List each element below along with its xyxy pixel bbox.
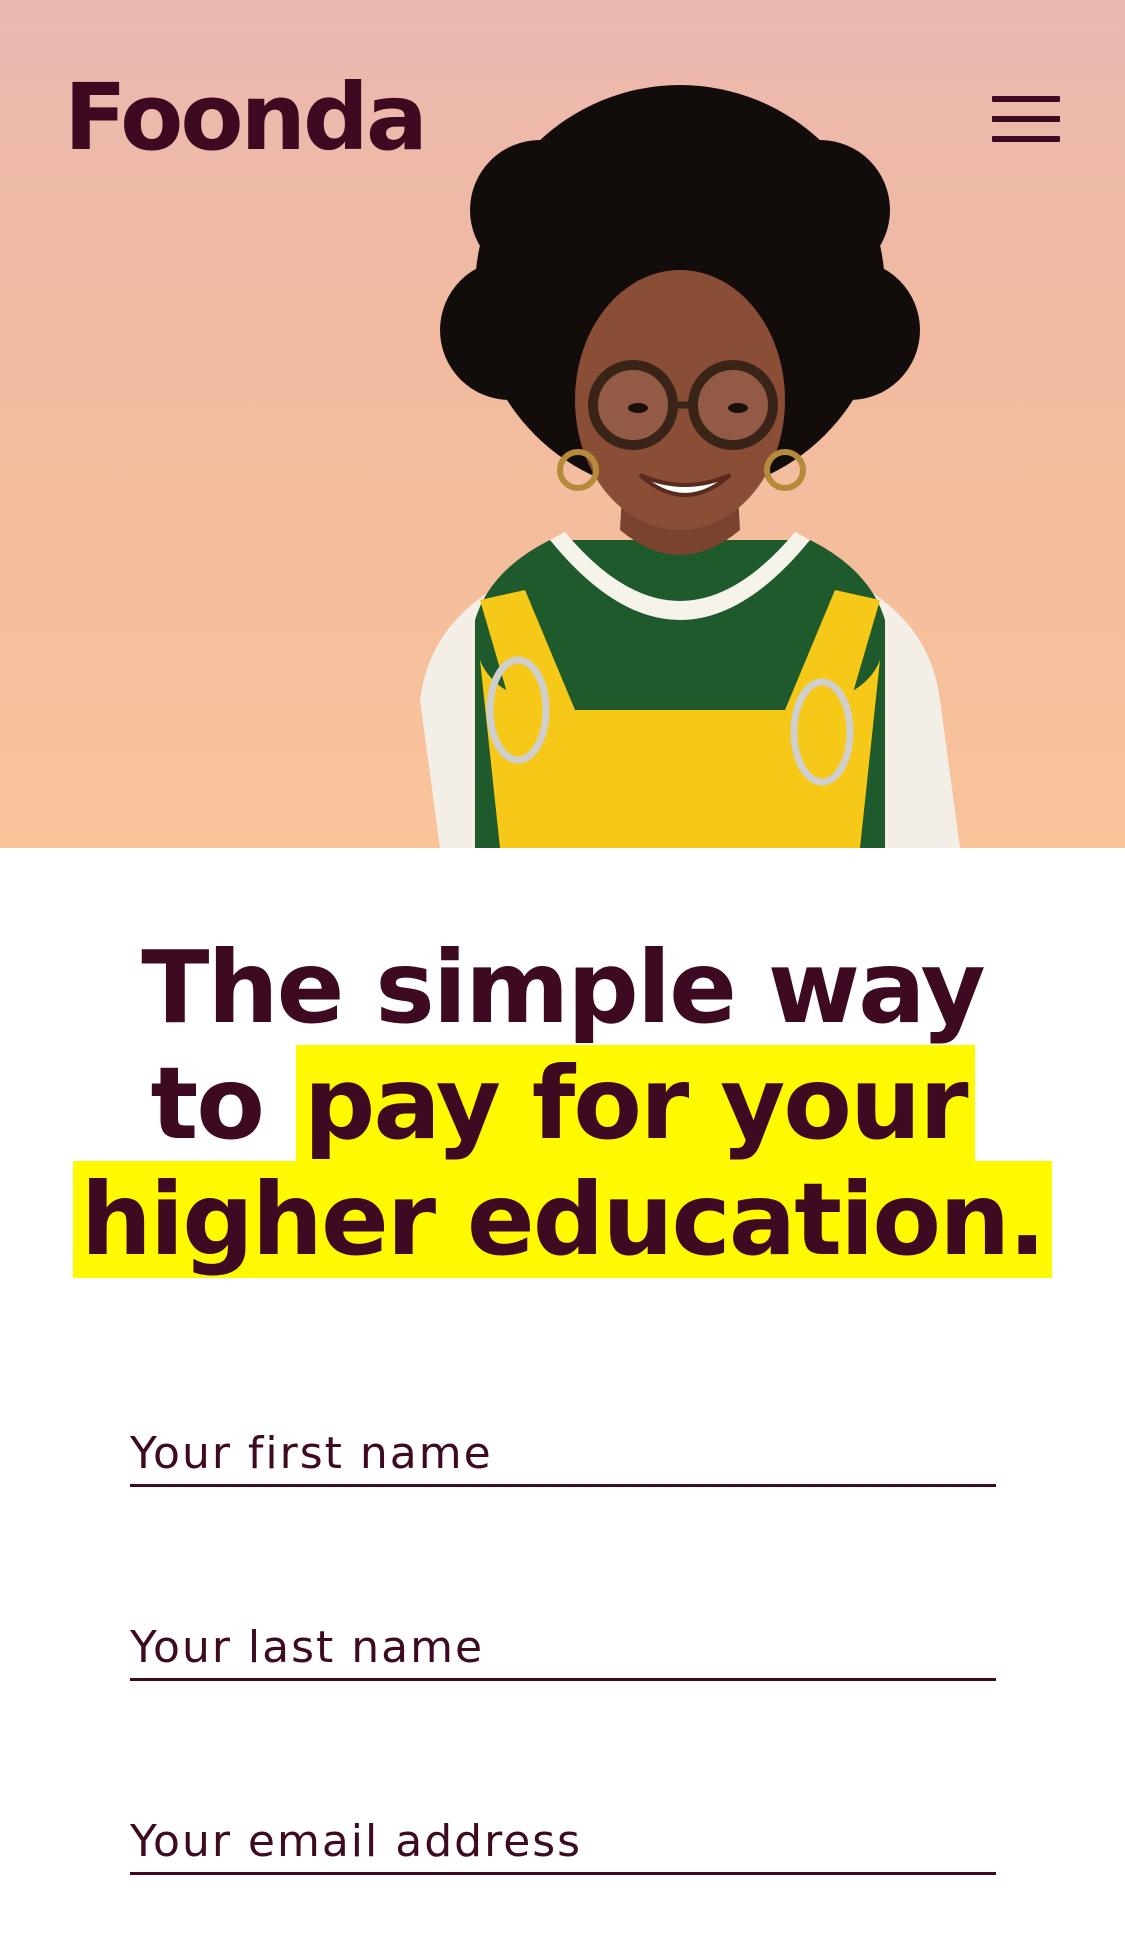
foonda-logo[interactable]: Foonda: [64, 72, 428, 164]
headline-line-2-plain: to: [150, 1045, 296, 1162]
first-name-field[interactable]: [130, 1423, 996, 1487]
hero: Foonda: [0, 0, 1125, 848]
page: Foonda The simple way to pay for your hi…: [0, 0, 1125, 1956]
email-field[interactable]: [130, 1811, 996, 1875]
menu-bar: [992, 116, 1060, 122]
last-name-field[interactable]: [130, 1617, 996, 1681]
headline-highlight-2: higher education.: [72, 1161, 1053, 1278]
menu-bar: [992, 96, 1060, 102]
headline-line-1: The simple way: [141, 929, 986, 1046]
hero-portrait-image: [420, 85, 960, 848]
headline-highlight-1: pay for your: [295, 1045, 975, 1162]
headline: The simple way to pay for your higher ed…: [0, 930, 1125, 1278]
menu-bar: [992, 136, 1060, 142]
hamburger-menu-icon[interactable]: [990, 96, 1062, 144]
